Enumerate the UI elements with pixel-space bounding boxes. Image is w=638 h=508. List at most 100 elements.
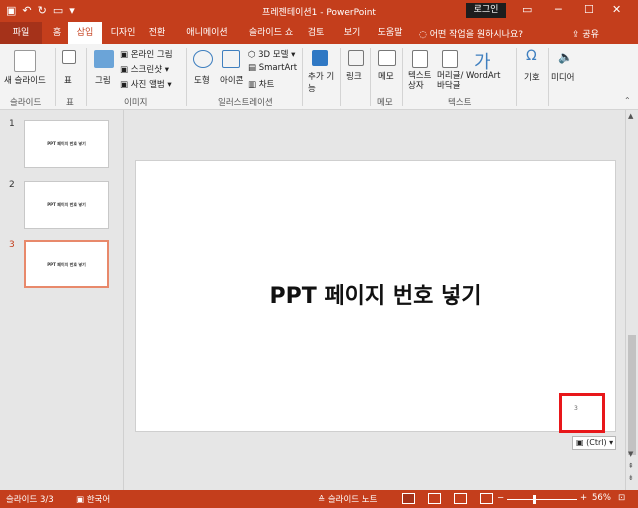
shapes-button[interactable]: 도형: [194, 74, 210, 86]
tab-design[interactable]: 디자인: [106, 22, 140, 44]
picture-icon[interactable]: [94, 50, 114, 68]
zoom-slider[interactable]: [507, 499, 577, 500]
icons-icon[interactable]: [222, 50, 240, 68]
group-divider: [340, 48, 341, 106]
scroll-up-icon[interactable]: ▲: [628, 112, 633, 120]
symbols-button[interactable]: 기호: [524, 71, 540, 83]
scroll-down-icon[interactable]: ▼: [628, 450, 633, 458]
minimize-icon[interactable]: ─: [555, 3, 562, 17]
tab-view[interactable]: 보기: [340, 22, 364, 44]
tab-home[interactable]: 홈: [46, 22, 68, 44]
customize-icon[interactable]: ▾: [69, 3, 75, 19]
title-bar: ▣ ↶ ↻ ▭ ▾ 프레젠테이션1 - PowerPoint 로그인 ▭ ─ ☐…: [0, 0, 638, 22]
chart-icon: ▥: [248, 80, 259, 90]
thumbnail-title: PPT 페이지 번호 넣기: [47, 202, 86, 207]
icons-button[interactable]: 아이콘: [220, 74, 243, 86]
tab-animations[interactable]: 애니메이션: [182, 22, 232, 44]
tab-file[interactable]: 파일: [0, 22, 42, 44]
highlight-annotation: [559, 393, 605, 433]
zoom-level[interactable]: 56%: [592, 493, 611, 503]
shapes-icon[interactable]: [193, 50, 213, 68]
tab-insert[interactable]: 삽입: [68, 22, 102, 44]
slideshow-view-icon[interactable]: [480, 493, 493, 504]
undo-icon[interactable]: ↶: [22, 3, 31, 19]
speaker-icon[interactable]: 🔈: [558, 50, 573, 64]
group-divider: [402, 48, 403, 106]
pictures-button[interactable]: 그림: [95, 74, 111, 86]
slide-thumbnail-pane: 1 PPT 페이지 번호 넣기 2 PPT 페이지 번호 넣기 3 PPT 페이…: [0, 110, 124, 490]
previous-slide-icon[interactable]: ⇞: [628, 462, 634, 470]
ribbon-display-icon[interactable]: ▭: [522, 3, 532, 17]
cube-icon: ⬡: [248, 50, 259, 60]
tab-help[interactable]: 도움말: [372, 22, 408, 44]
table-icon[interactable]: [62, 50, 76, 64]
scroll-thumb[interactable]: [628, 335, 636, 455]
smartart-button[interactable]: ▤ SmartArt: [248, 63, 297, 73]
comment-icon[interactable]: [378, 50, 396, 66]
window-title: 프레젠테이션1 - PowerPoint: [262, 8, 376, 18]
slide-thumbnail[interactable]: PPT 페이지 번호 넣기: [24, 120, 109, 168]
group-divider: [370, 48, 371, 106]
header-footer-icon[interactable]: [442, 50, 458, 68]
links-button[interactable]: 링크: [346, 70, 362, 82]
tab-transitions[interactable]: 전환: [144, 22, 170, 44]
next-slide-icon[interactable]: ⇟: [628, 474, 634, 482]
text-box-button[interactable]: 텍스트 상자: [408, 71, 436, 91]
zoom-in-icon[interactable]: +: [580, 493, 587, 503]
present-icon[interactable]: ▭: [53, 3, 63, 19]
text-box-icon[interactable]: [412, 50, 428, 68]
slide-thumbnail-selected[interactable]: PPT 페이지 번호 넣기: [24, 240, 109, 288]
photo-album-button[interactable]: ▣ 사진 앨범 ▾: [120, 78, 172, 90]
online-picture-icon: ▣: [120, 50, 131, 60]
paste-options-button[interactable]: ▣ (Ctrl) ▾: [572, 436, 616, 450]
group-label-images: 이미지: [124, 98, 148, 108]
addins-icon[interactable]: [312, 50, 328, 66]
header-footer-button[interactable]: 머리글/바닥글: [437, 71, 469, 91]
zoom-out-icon[interactable]: −: [497, 493, 504, 503]
vertical-scrollbar[interactable]: ▲ ▼ ⇞ ⇟: [625, 110, 638, 490]
reading-view-icon[interactable]: [454, 493, 467, 504]
zoom-slider-handle[interactable]: [533, 495, 536, 504]
slide-number: 1: [9, 119, 15, 129]
thumbnail-title: PPT 페이지 번호 넣기: [47, 141, 86, 146]
slide-title[interactable]: PPT 페이지 번호 넣기: [136, 278, 615, 310]
redo-icon[interactable]: ↻: [38, 3, 47, 19]
language-indicator[interactable]: ▣ 한국어: [76, 493, 110, 505]
notes-button[interactable]: ≙ 슬라이드 노트: [318, 493, 377, 505]
login-button[interactable]: 로그인: [466, 3, 506, 18]
normal-view-icon[interactable]: [402, 493, 415, 504]
photo-album-icon: ▣: [120, 80, 131, 90]
slide-thumbnail[interactable]: PPT 페이지 번호 넣기: [24, 181, 109, 229]
close-icon[interactable]: ✕: [612, 3, 621, 17]
maximize-icon[interactable]: ☐: [584, 3, 594, 17]
chart-button[interactable]: ▥ 차트: [248, 78, 274, 90]
group-divider: [186, 48, 187, 106]
table-button[interactable]: 표: [64, 74, 72, 86]
wordart-button[interactable]: WordArt: [466, 71, 501, 81]
addins-button[interactable]: 추가 기능: [308, 70, 338, 94]
group-label-slides: 슬라이드: [10, 98, 42, 108]
tab-review[interactable]: 검토: [304, 22, 328, 44]
comment-button[interactable]: 메모: [378, 70, 394, 82]
group-divider: [302, 48, 303, 106]
lightbulb-icon: ◌: [419, 30, 430, 40]
symbol-icon[interactable]: Ω: [526, 48, 537, 64]
collapse-ribbon-icon[interactable]: ⌃: [624, 96, 631, 105]
link-icon[interactable]: [348, 50, 364, 66]
3d-models-button[interactable]: ⬡ 3D 모델 ▾: [248, 48, 295, 60]
current-slide[interactable]: PPT 페이지 번호 넣기 3: [135, 160, 616, 432]
new-slide-button[interactable]: 새 슬라이드: [4, 74, 46, 86]
fit-to-window-icon[interactable]: ⊡: [618, 493, 625, 503]
online-pictures-button[interactable]: ▣ 온라인 그림: [120, 48, 173, 60]
screenshot-button[interactable]: ▣ 스크린샷 ▾: [120, 63, 169, 75]
save-icon[interactable]: ▣: [6, 3, 16, 19]
slide-number: 3: [9, 240, 15, 250]
slide-sorter-view-icon[interactable]: [428, 493, 441, 504]
clipboard-icon: ▣: [576, 438, 584, 447]
media-button[interactable]: 미디어: [551, 71, 574, 83]
smartart-icon: ▤: [248, 63, 259, 73]
new-slide-icon[interactable]: [14, 50, 36, 72]
tell-me-search[interactable]: ◌ 어떤 작업을 원하시나요?: [419, 27, 523, 40]
tab-slideshow[interactable]: 슬라이드 쇼: [244, 22, 298, 44]
share-button[interactable]: ⇪ 공유: [572, 27, 599, 40]
